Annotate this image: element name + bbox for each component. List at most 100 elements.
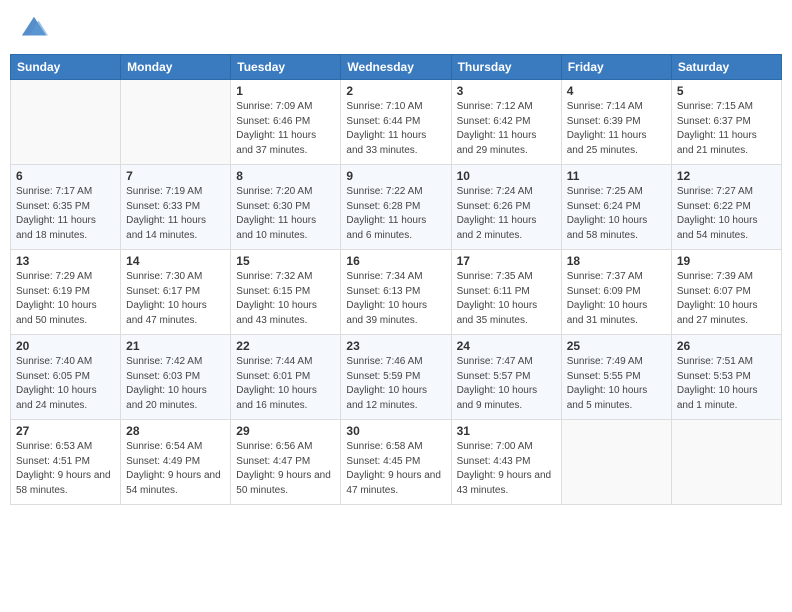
calendar-cell: 3Sunrise: 7:12 AM Sunset: 6:42 PM Daylig… — [451, 80, 561, 165]
day-number: 27 — [16, 424, 115, 438]
day-info: Sunrise: 7:17 AM Sunset: 6:35 PM Dayligh… — [16, 185, 115, 243]
day-info: Sunrise: 7:19 AM Sunset: 6:33 PM Dayligh… — [126, 185, 225, 243]
day-info: Sunrise: 7:35 AM Sunset: 6:11 PM Dayligh… — [457, 270, 556, 328]
calendar-cell: 9 Sunrise: 7:22 AM Sunset: 6:28 PM Daylig… — [341, 165, 451, 250]
calendar-cell: 23 Sunrise: 7:46 AM Sunset: 5:59 PM Dayli… — [341, 335, 451, 420]
calendar-cell: 10 Sunrise: 7:24 AM Sunset: 6:26 PM Dayli… — [451, 165, 561, 250]
day-info: Sunrise: 6:56 AM Sunset: 4:47 PM Dayligh… — [236, 440, 335, 498]
calendar-cell: 21 Sunrise: 7:42 AM Sunset: 6:03 PM Dayli… — [121, 335, 231, 420]
day-info: Sunrise: 7:30 AM Sunset: 6:17 PM Dayligh… — [126, 270, 225, 328]
day-number: 5 — [677, 84, 776, 98]
day-number: 22 — [236, 339, 335, 353]
day-info: Sunrise: 7:49 AM Sunset: 5:55 PM Dayligh… — [567, 355, 666, 413]
day-number: 15 — [236, 254, 335, 268]
calendar-cell: 13Sunrise: 7:29 AM Sunset: 6:19 PM Dayli… — [11, 250, 121, 335]
day-number: 10 — [457, 169, 556, 183]
calendar-cell: 15 Sunrise: 7:32 AM Sunset: 6:15 PM Dayli… — [231, 250, 341, 335]
day-info: Sunrise: 7:37 AM Sunset: 6:09 PM Dayligh… — [567, 270, 666, 328]
calendar-cell: 30 Sunrise: 6:58 AM Sunset: 4:45 PM Dayli… — [341, 420, 451, 505]
weekday-header: Saturday — [671, 55, 781, 80]
day-number: 6 — [16, 169, 115, 183]
day-number: 17 — [457, 254, 556, 268]
day-number: 4 — [567, 84, 666, 98]
calendar-cell: 12 Sunrise: 7:27 AM Sunset: 6:22 PM Dayli… — [671, 165, 781, 250]
day-number: 23 — [346, 339, 445, 353]
calendar-header-row: SundayMondayTuesdayWednesdayThursdayFrid… — [11, 55, 782, 80]
calendar-cell: 4 Sunrise: 7:14 AM Sunset: 6:39 PM Daylig… — [561, 80, 671, 165]
day-info: Sunrise: 7:20 AM Sunset: 6:30 PM Dayligh… — [236, 185, 335, 243]
day-info: Sunrise: 7:22 AM Sunset: 6:28 PM Dayligh… — [346, 185, 445, 243]
calendar-cell: 28Sunrise: 6:54 AM Sunset: 4:49 PM Dayli… — [121, 420, 231, 505]
day-number: 1 — [236, 84, 335, 98]
day-info: Sunrise: 7:10 AM Sunset: 6:44 PM Dayligh… — [346, 100, 445, 158]
day-number: 3 — [457, 84, 556, 98]
day-info: Sunrise: 7:27 AM Sunset: 6:22 PM Dayligh… — [677, 185, 776, 243]
day-number: 16 — [346, 254, 445, 268]
calendar-cell: 26Sunrise: 7:51 AM Sunset: 5:53 PM Dayli… — [671, 335, 781, 420]
day-number: 19 — [677, 254, 776, 268]
day-info: Sunrise: 7:14 AM Sunset: 6:39 PM Dayligh… — [567, 100, 666, 158]
calendar-week-row: 1 Sunrise: 7:09 AM Sunset: 6:46 PM Daylig… — [11, 80, 782, 165]
day-number: 28 — [126, 424, 225, 438]
calendar-cell — [121, 80, 231, 165]
day-info: Sunrise: 7:39 AM Sunset: 6:07 PM Dayligh… — [677, 270, 776, 328]
day-number: 31 — [457, 424, 556, 438]
calendar-week-row: 6 Sunrise: 7:17 AM Sunset: 6:35 PM Daylig… — [11, 165, 782, 250]
day-info: Sunrise: 7:34 AM Sunset: 6:13 PM Dayligh… — [346, 270, 445, 328]
day-number: 25 — [567, 339, 666, 353]
calendar-cell: 17 Sunrise: 7:35 AM Sunset: 6:11 PM Dayli… — [451, 250, 561, 335]
calendar-cell — [671, 420, 781, 505]
calendar-table: SundayMondayTuesdayWednesdayThursdayFrid… — [10, 54, 782, 505]
day-number: 24 — [457, 339, 556, 353]
day-info: Sunrise: 7:25 AM Sunset: 6:24 PM Dayligh… — [567, 185, 666, 243]
calendar-cell: 19 Sunrise: 7:39 AM Sunset: 6:07 PM Dayli… — [671, 250, 781, 335]
day-number: 2 — [346, 84, 445, 98]
calendar-cell: 16 Sunrise: 7:34 AM Sunset: 6:13 PM Dayli… — [341, 250, 451, 335]
day-number: 18 — [567, 254, 666, 268]
day-info: Sunrise: 7:09 AM Sunset: 6:46 PM Dayligh… — [236, 100, 335, 158]
calendar-cell: 11Sunrise: 7:25 AM Sunset: 6:24 PM Dayli… — [561, 165, 671, 250]
calendar-cell: 24 Sunrise: 7:47 AM Sunset: 5:57 PM Dayli… — [451, 335, 561, 420]
calendar-cell: 14Sunrise: 7:30 AM Sunset: 6:17 PM Dayli… — [121, 250, 231, 335]
day-number: 9 — [346, 169, 445, 183]
day-number: 12 — [677, 169, 776, 183]
day-info: Sunrise: 7:46 AM Sunset: 5:59 PM Dayligh… — [346, 355, 445, 413]
weekday-header: Tuesday — [231, 55, 341, 80]
day-info: Sunrise: 7:47 AM Sunset: 5:57 PM Dayligh… — [457, 355, 556, 413]
calendar-cell: 22Sunrise: 7:44 AM Sunset: 6:01 PM Dayli… — [231, 335, 341, 420]
day-info: Sunrise: 7:42 AM Sunset: 6:03 PM Dayligh… — [126, 355, 225, 413]
day-info: Sunrise: 6:53 AM Sunset: 4:51 PM Dayligh… — [16, 440, 115, 498]
calendar-cell: 29Sunrise: 6:56 AM Sunset: 4:47 PM Dayli… — [231, 420, 341, 505]
calendar-cell: 18 Sunrise: 7:37 AM Sunset: 6:09 PM Dayli… — [561, 250, 671, 335]
calendar-week-row: 13Sunrise: 7:29 AM Sunset: 6:19 PM Dayli… — [11, 250, 782, 335]
day-info: Sunrise: 7:32 AM Sunset: 6:15 PM Dayligh… — [236, 270, 335, 328]
calendar-week-row: 27 Sunrise: 6:53 AM Sunset: 4:51 PM Dayli… — [11, 420, 782, 505]
calendar-cell: 31 Sunrise: 7:00 AM Sunset: 4:43 PM Dayli… — [451, 420, 561, 505]
day-number: 26 — [677, 339, 776, 353]
day-number: 8 — [236, 169, 335, 183]
day-info: Sunrise: 7:40 AM Sunset: 6:05 PM Dayligh… — [16, 355, 115, 413]
day-info: Sunrise: 7:00 AM Sunset: 4:43 PM Dayligh… — [457, 440, 556, 498]
day-info: Sunrise: 7:24 AM Sunset: 6:26 PM Dayligh… — [457, 185, 556, 243]
day-number: 21 — [126, 339, 225, 353]
calendar-cell: 25 Sunrise: 7:49 AM Sunset: 5:55 PM Dayli… — [561, 335, 671, 420]
day-number: 7 — [126, 169, 225, 183]
header — [10, 10, 782, 46]
calendar-cell — [561, 420, 671, 505]
calendar-cell: 6 Sunrise: 7:17 AM Sunset: 6:35 PM Daylig… — [11, 165, 121, 250]
calendar-cell: 5 Sunrise: 7:15 AM Sunset: 6:37 PM Daylig… — [671, 80, 781, 165]
weekday-header: Monday — [121, 55, 231, 80]
day-info: Sunrise: 7:15 AM Sunset: 6:37 PM Dayligh… — [677, 100, 776, 158]
calendar-cell: 7 Sunrise: 7:19 AM Sunset: 6:33 PM Daylig… — [121, 165, 231, 250]
day-info: Sunrise: 6:58 AM Sunset: 4:45 PM Dayligh… — [346, 440, 445, 498]
weekday-header: Thursday — [451, 55, 561, 80]
logo-icon — [20, 14, 48, 42]
calendar-cell: 8 Sunrise: 7:20 AM Sunset: 6:30 PM Daylig… — [231, 165, 341, 250]
calendar-cell: 2 Sunrise: 7:10 AM Sunset: 6:44 PM Daylig… — [341, 80, 451, 165]
logo — [18, 14, 48, 42]
calendar-cell: 20Sunrise: 7:40 AM Sunset: 6:05 PM Dayli… — [11, 335, 121, 420]
calendar-cell: 1 Sunrise: 7:09 AM Sunset: 6:46 PM Daylig… — [231, 80, 341, 165]
calendar-week-row: 20Sunrise: 7:40 AM Sunset: 6:05 PM Dayli… — [11, 335, 782, 420]
calendar-cell: 27 Sunrise: 6:53 AM Sunset: 4:51 PM Dayli… — [11, 420, 121, 505]
day-number: 30 — [346, 424, 445, 438]
